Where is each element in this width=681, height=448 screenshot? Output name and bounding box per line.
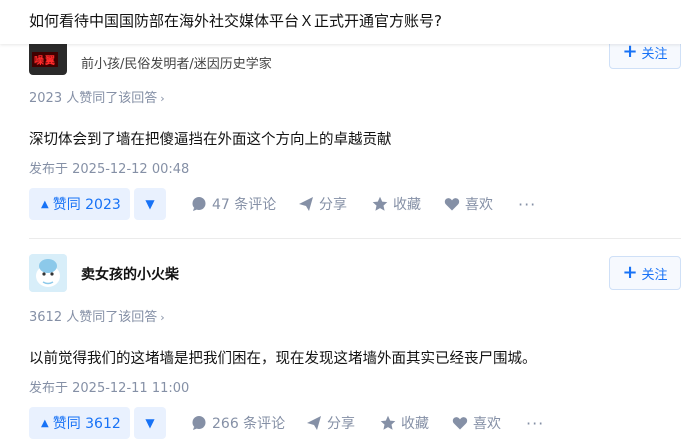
question-title[interactable]: 如何看待中国国防部在海外社交媒体平台Ｘ正式开通官方账号? [29, 10, 442, 31]
avatar-text: 噪翼 [32, 52, 58, 67]
downvote-button[interactable]: ▼ [134, 407, 166, 439]
question-header: 如何看待中国国防部在海外社交媒体平台Ｘ正式开通官方账号? [0, 0, 681, 44]
heart-icon [444, 198, 460, 211]
share-label: 分享 [327, 416, 355, 432]
follow-label: 关注 [641, 267, 668, 283]
comment-icon [192, 197, 206, 211]
star-icon [380, 415, 396, 430]
vote-summary[interactable]: 2023 人赞同了该回答 › [29, 87, 165, 106]
favorite-button[interactable]: 收藏 [372, 188, 421, 220]
follow-button[interactable]: + 关注 [609, 256, 681, 290]
more-button[interactable]: ··· [518, 188, 536, 220]
publish-time: 发布于 2025-12-12 00:48 [29, 162, 190, 177]
triangle-up-icon: ▲ [41, 198, 49, 210]
comment-label: 47 条评论 [212, 197, 277, 213]
share-label: 分享 [319, 197, 347, 213]
star-icon [372, 196, 388, 211]
share-button[interactable]: 分享 [298, 188, 347, 220]
plus-icon: + [622, 262, 638, 283]
like-button[interactable]: 喜欢 [444, 188, 493, 220]
author-name[interactable]: 卖女孩的小火柴 [81, 264, 179, 284]
author-bio: 前小孩/民俗发明者/迷因历史学家 [81, 57, 272, 72]
answer-content[interactable]: 以前觉得我们的这堵墙是把我们困在，现在发现这堵墙外面其实已经丧尸围城。 [29, 347, 537, 368]
chevron-right-icon: › [160, 311, 165, 324]
answer-card: 卖女孩的小火柴 + 关注 3612 人赞同了该回答 › 以前觉得我们的这堵墙是把我… [0, 236, 681, 448]
like-button[interactable]: 喜欢 [452, 407, 501, 439]
triangle-up-icon: ▲ [41, 417, 49, 429]
action-bar: ▲ 赞同 3612 ▼ 266 条评论 分享 收藏 喜欢 ··· [29, 407, 681, 439]
avatar[interactable] [29, 254, 67, 292]
comment-icon [192, 416, 206, 430]
favorite-button[interactable]: 收藏 [380, 407, 429, 439]
comment-button[interactable]: 47 条评论 [191, 188, 276, 220]
chevron-right-icon: › [160, 92, 165, 105]
like-label: 喜欢 [465, 197, 493, 213]
downvote-button[interactable]: ▼ [134, 188, 166, 220]
upvote-button[interactable]: ▲ 赞同 2023 [29, 188, 130, 220]
vote-summary-text: 3612 人赞同了该回答 [29, 310, 158, 325]
cartoon-avatar-icon [29, 254, 67, 292]
upvote-label: 赞同 2023 [52, 197, 121, 213]
vote-summary-text: 2023 人赞同了该回答 [29, 91, 158, 106]
action-bar: ▲ 赞同 2023 ▼ 47 条评论 分享 收藏 喜欢 ··· [29, 188, 681, 220]
vote-summary[interactable]: 3612 人赞同了该回答 › [29, 306, 165, 325]
publish-time: 发布于 2025-12-11 11:00 [29, 381, 190, 396]
plus-icon: + [622, 41, 638, 62]
answer-content[interactable]: 深切体会到了墙在把傻逼挡在外面这个方向上的卓越贡献 [29, 128, 392, 149]
like-label: 喜欢 [473, 416, 501, 432]
share-icon [299, 197, 313, 211]
triangle-down-icon: ▼ [145, 416, 155, 430]
more-button[interactable]: ··· [526, 407, 544, 439]
comment-label: 266 条评论 [212, 416, 286, 432]
upvote-label: 赞同 3612 [52, 416, 121, 432]
comment-button[interactable]: 266 条评论 [191, 407, 285, 439]
upvote-button[interactable]: ▲ 赞同 3612 [29, 407, 130, 439]
share-icon [307, 416, 321, 430]
triangle-down-icon: ▼ [145, 197, 155, 211]
share-button[interactable]: 分享 [306, 407, 355, 439]
follow-label: 关注 [641, 46, 668, 62]
favorite-label: 收藏 [401, 416, 429, 432]
heart-icon [452, 417, 468, 430]
favorite-label: 收藏 [393, 197, 421, 213]
